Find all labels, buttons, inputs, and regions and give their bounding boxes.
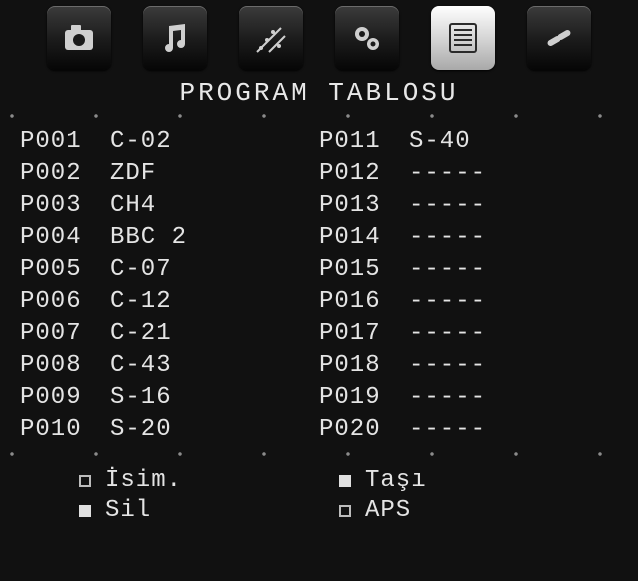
list-icon xyxy=(443,18,483,58)
program-number: P018 xyxy=(319,350,409,382)
divider-top xyxy=(8,112,630,120)
program-number: P003 xyxy=(20,190,110,222)
program-number: P013 xyxy=(319,190,409,222)
program-name: ----- xyxy=(409,190,618,222)
program-row[interactable]: P006C-12 xyxy=(20,286,319,318)
color-green-icon xyxy=(339,475,351,487)
program-name: C-12 xyxy=(110,286,319,318)
tab-feature[interactable] xyxy=(239,6,303,70)
program-number: P006 xyxy=(20,286,110,318)
program-row[interactable]: P012----- xyxy=(319,158,618,190)
program-number: P017 xyxy=(319,318,409,350)
program-table: P001C-02 P002ZDF P003CH4 P004BBC 2 P005C… xyxy=(0,122,638,446)
program-row[interactable]: P001C-02 xyxy=(20,126,319,158)
program-row[interactable]: P003CH4 xyxy=(20,190,319,222)
program-name: C-43 xyxy=(110,350,319,382)
program-number: P011 xyxy=(319,126,409,158)
program-row[interactable]: P010S-20 xyxy=(20,414,319,446)
page-title: PROGRAM TABLOSU xyxy=(0,78,638,108)
stars-icon xyxy=(251,18,291,58)
program-row[interactable]: P014----- xyxy=(319,222,618,254)
program-number: P012 xyxy=(319,158,409,190)
program-row[interactable]: P019----- xyxy=(319,382,618,414)
program-name: ----- xyxy=(409,254,618,286)
program-row[interactable]: P013----- xyxy=(319,190,618,222)
program-name: S-16 xyxy=(110,382,319,414)
program-name: BBC 2 xyxy=(110,222,319,254)
program-name: ----- xyxy=(409,158,618,190)
divider-bottom xyxy=(8,450,630,458)
program-row[interactable]: P011S-40 xyxy=(319,126,618,158)
program-row[interactable]: P016----- xyxy=(319,286,618,318)
program-name: C-07 xyxy=(110,254,319,286)
camera-icon xyxy=(59,18,99,58)
color-yellow-icon xyxy=(79,505,91,517)
program-row[interactable]: P007C-21 xyxy=(20,318,319,350)
program-number: P002 xyxy=(20,158,110,190)
music-icon xyxy=(155,18,195,58)
program-name: CH4 xyxy=(110,190,319,222)
legend-label: İsim. xyxy=(105,466,182,496)
program-row[interactable]: P018----- xyxy=(319,350,618,382)
program-number: P005 xyxy=(20,254,110,286)
program-number: P004 xyxy=(20,222,110,254)
legend: İsim. Taşı Sil APS xyxy=(79,466,559,526)
program-number: P019 xyxy=(319,382,409,414)
program-row[interactable]: P002ZDF xyxy=(20,158,319,190)
program-number: P010 xyxy=(20,414,110,446)
legend-label: Sil xyxy=(105,496,151,526)
program-row[interactable]: P005C-07 xyxy=(20,254,319,286)
program-name: ----- xyxy=(409,222,618,254)
program-name: ----- xyxy=(409,350,618,382)
program-number: P014 xyxy=(319,222,409,254)
legend-delete[interactable]: Sil xyxy=(79,496,299,526)
program-name: ----- xyxy=(409,286,618,318)
program-number: P016 xyxy=(319,286,409,318)
program-name: ----- xyxy=(409,414,618,446)
legend-label: Taşı xyxy=(365,466,427,496)
tab-source[interactable] xyxy=(527,6,591,70)
program-number: P009 xyxy=(20,382,110,414)
program-number: P008 xyxy=(20,350,110,382)
program-name: ZDF xyxy=(110,158,319,190)
program-number: P015 xyxy=(319,254,409,286)
legend-name[interactable]: İsim. xyxy=(79,466,299,496)
program-name: S-40 xyxy=(409,126,618,158)
program-column-left: P001C-02 P002ZDF P003CH4 P004BBC 2 P005C… xyxy=(20,126,319,446)
tab-program[interactable] xyxy=(431,6,495,70)
legend-aps[interactable]: APS xyxy=(339,496,559,526)
tab-sound[interactable] xyxy=(143,6,207,70)
program-row[interactable]: P015----- xyxy=(319,254,618,286)
legend-label: APS xyxy=(365,496,411,526)
program-number: P007 xyxy=(20,318,110,350)
cable-icon xyxy=(539,18,579,58)
gears-icon xyxy=(347,18,387,58)
program-name: C-02 xyxy=(110,126,319,158)
program-column-right: P011S-40 P012----- P013----- P014----- P… xyxy=(319,126,618,446)
program-name: ----- xyxy=(409,382,618,414)
program-row[interactable]: P008C-43 xyxy=(20,350,319,382)
program-number: P020 xyxy=(319,414,409,446)
program-number: P001 xyxy=(20,126,110,158)
tab-picture[interactable] xyxy=(47,6,111,70)
color-blue-icon xyxy=(339,505,351,517)
legend-move[interactable]: Taşı xyxy=(339,466,559,496)
tab-install[interactable] xyxy=(335,6,399,70)
program-row[interactable]: P020----- xyxy=(319,414,618,446)
program-name: ----- xyxy=(409,318,618,350)
program-name: S-20 xyxy=(110,414,319,446)
menu-tabbar xyxy=(0,0,638,72)
program-row[interactable]: P017----- xyxy=(319,318,618,350)
program-row[interactable]: P009S-16 xyxy=(20,382,319,414)
color-red-icon xyxy=(79,475,91,487)
program-row[interactable]: P004BBC 2 xyxy=(20,222,319,254)
program-name: C-21 xyxy=(110,318,319,350)
